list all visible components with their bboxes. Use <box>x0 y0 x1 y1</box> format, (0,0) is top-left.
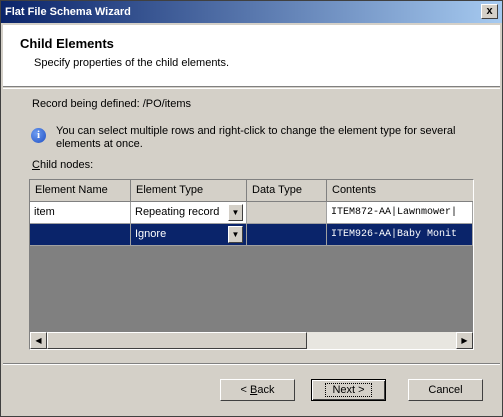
page-subtitle: Specify properties of the child elements… <box>34 57 230 69</box>
info-text: You can select multiple rows and right-c… <box>56 125 456 150</box>
column-header-element-name[interactable]: Element Name <box>30 180 131 202</box>
child-nodes-grid[interactable]: Element Name Element Type Data Type Cont… <box>29 179 474 350</box>
back-button[interactable]: < Back <box>220 379 295 401</box>
cancel-button[interactable]: Cancel <box>408 379 483 401</box>
page-title: Child Elements <box>20 36 114 51</box>
contents-cell: ITEM872-AA|Lawnmower| <box>327 202 473 224</box>
record-defined-label: Record being defined: /PO/items <box>32 98 191 110</box>
element-type-cell[interactable]: Repeating record ▼ <box>131 202 247 224</box>
dropdown-arrow-icon[interactable]: ▼ <box>228 204 243 221</box>
child-nodes-label: Child nodes: <box>32 159 94 171</box>
window-title: Flat File Schema Wizard <box>5 6 131 18</box>
record-label-text: Record being defined: <box>32 98 140 110</box>
contents-cell: ITEM926-AA|Baby Monit <box>327 224 473 246</box>
element-name-cell[interactable]: item <box>30 202 131 224</box>
next-button[interactable]: Next > <box>311 379 386 401</box>
header-divider <box>3 88 500 89</box>
scroll-right-icon[interactable]: ▶ <box>456 332 473 349</box>
wizard-header: Child Elements Specify properties of the… <box>3 25 500 87</box>
column-header-contents[interactable]: Contents <box>327 180 473 202</box>
footer-divider <box>3 363 500 365</box>
close-icon[interactable]: x <box>481 4 498 19</box>
data-type-cell[interactable] <box>247 224 327 246</box>
column-header-data-type[interactable]: Data Type <box>247 180 327 202</box>
record-path: /PO/items <box>142 98 191 110</box>
element-name-cell[interactable] <box>30 224 131 246</box>
horizontal-scrollbar[interactable]: ◀ ▶ <box>30 332 473 349</box>
info-icon: i <box>31 128 46 143</box>
column-header-element-type[interactable]: Element Type <box>131 180 247 202</box>
data-type-cell[interactable] <box>247 202 327 224</box>
wizard-window: Flat File Schema Wizard x Child Elements… <box>0 0 503 417</box>
title-bar: Flat File Schema Wizard x <box>1 1 502 23</box>
scroll-left-icon[interactable]: ◀ <box>30 332 47 349</box>
scrollbar-thumb[interactable] <box>47 332 307 349</box>
element-type-cell[interactable]: Ignore ▼ <box>131 224 247 246</box>
dropdown-arrow-icon[interactable]: ▼ <box>228 226 243 243</box>
